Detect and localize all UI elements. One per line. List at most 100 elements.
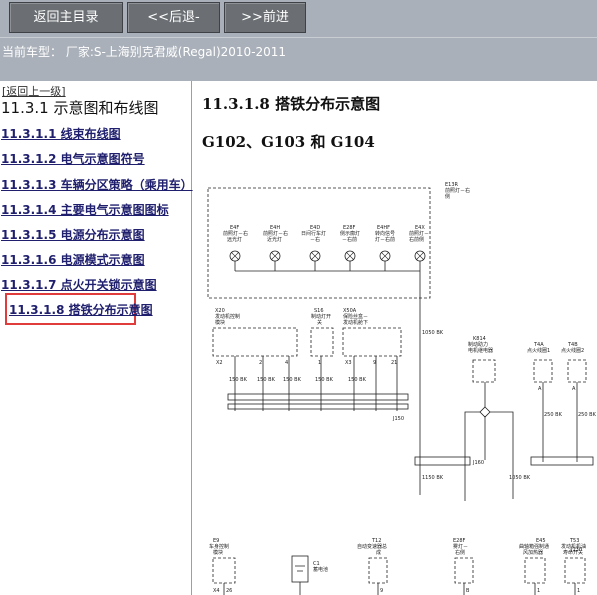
wire-label: 150 BK [257,377,276,383]
lamp-name-2: 远光灯 [227,236,242,243]
block-name-2: 侧 [445,193,450,200]
module-box-oil-switch [564,557,586,584]
lamp-name-2: 右前侧 [409,236,424,243]
module-box-bcm [212,557,236,584]
wire-label: 150 BK [348,377,367,383]
module-name: 保险丝盒－ [343,313,368,320]
lamp-name: 日间行车灯 [301,230,326,237]
lamp-name: 前照灯－右 [263,230,288,237]
nav-item-wiring-harness[interactable]: 11.3.1.1 线束布线图 [1,125,121,142]
module-name-2: 右侧 [455,549,465,556]
block-name: 前照灯－右 [445,187,470,194]
module-box-fog-lamp [454,557,474,584]
lamp-name-2: －右 [310,236,320,243]
module-name: 曲轴箱强制通 [519,543,549,550]
pin-label: X4 [213,588,220,594]
pin-label: 9 [380,588,383,594]
wire-label: 1050 BK [509,475,531,481]
module-box-pcv-heater [524,557,546,584]
module-name: 自动变速器总 [357,543,387,550]
wire-label: 150 BK [229,377,248,383]
headlamp-block-outline [207,187,431,299]
wire-label: 150 BK [315,377,334,383]
lamp-name-2: 近光灯 [267,236,282,243]
pin-label: 1 [318,360,321,366]
nav-item-ignition-lock[interactable]: 11.3.1.7 点火开关锁示意图 [1,276,157,293]
module-name-2: 发动机舱下 [343,319,368,326]
lamp-name-2: －右前 [342,236,357,243]
module-name: 点火线圈2 [561,347,584,354]
pin-label: 1 [537,588,540,594]
pin-label: 1 [577,588,580,594]
wire-label: 250 BK [544,412,563,418]
battery-symbol [291,555,309,595]
page-title: 11.3.1.8 搭铁分布示意图 [202,95,381,113]
module-name-2: 模块 [215,319,225,326]
back-button[interactable]: <<后退- [127,2,220,33]
module-name: 蓄电池 [313,566,328,573]
page-subtitle: G102、G103 和 G104 [202,133,375,151]
module-name: 制动灯开 [311,313,331,320]
lamp-symbols [229,250,426,262]
pin-label: A [538,386,542,392]
module-name: 点火线圈1 [527,347,550,354]
left-navigation: [返回上一级] 11.3.1 示意图和布线图 11.3.1.1 线束布线图 11… [0,81,193,595]
ground-distribution-diagram: E13R 前照灯－右 侧 E4F 前照灯－右 远光灯 E4H 前照灯－右 近光灯… [207,182,597,595]
connector-bar-j160 [414,456,471,466]
wire-label: 1150 BK [422,475,444,481]
module-box-transmission [368,557,388,584]
content-pane: 11.3.1.8 搭铁分布示意图 G102、G103 和 G104 E13R 前… [193,81,597,595]
lamp-name: 侧示廓灯 [340,230,360,237]
module-name: 制动助力 [468,341,488,348]
toolbar: 返回主目录 <<后退- >>前进 [0,0,597,37]
nav-item-schematic-symbols[interactable]: 11.3.1.2 电气示意图符号 [1,150,145,167]
connector-bar-j150 [227,393,409,401]
pin-label: 4 [285,360,288,366]
pin-label: 2 [259,360,262,366]
pin-label: 9 [373,360,376,366]
nav-heading: 11.3.1 示意图和布线图 [1,99,159,117]
home-button[interactable]: 返回主目录 [9,2,123,33]
module-box-brake-switch [310,327,334,357]
module-name-2: 关 [317,319,322,326]
current-vehicle-bar: 当前车型： 厂家:S-上海别克君威(Regal)2010-2011 [0,37,597,81]
connector-label: J150 [392,416,404,422]
pin-label: X2 [216,360,223,366]
module-name: 车身控制 [209,543,229,550]
module-box-brake-relay [472,359,496,383]
module-box-fuse-block [342,327,402,357]
nav-item-ground-distribution[interactable]: 11.3.1.8 搭铁分布示意图 [9,301,153,318]
module-name-2: 风加热器 [523,549,543,556]
connector-label: J160 [472,460,484,466]
current-vehicle-label: 当前车型： 厂家:S-上海别克君威(Regal)2010-2011 [2,45,287,59]
module-name: 发动机机油 [561,543,586,550]
forward-button[interactable]: >>前进 [224,2,306,33]
connector-bar-right [530,456,594,466]
lamp-name: 前照灯－ [409,230,429,237]
nav-item-vehicle-zoning[interactable]: 11.3.1.3 车辆分区策略（乘用车） [1,176,193,193]
lamp-name: 前照灯－右 [223,230,248,237]
module-name: 发动机控制 [215,313,240,320]
module-box-coil-1 [533,359,553,383]
lamp-name: 转向信号 [375,230,395,237]
module-name-2: 成 [376,549,381,556]
lamp-name-2: 灯－右前 [375,236,395,243]
nav-item-power-mode[interactable]: 11.3.1.6 电源模式示意图 [1,251,145,268]
wire-label: 150 BK [283,377,302,383]
wire-label: 250 BK [578,412,597,418]
module-name-2: 模块 [213,549,223,556]
module-name: 雾灯－ [453,543,468,550]
pin-label: 21 [391,360,397,366]
wire-label: 1050 BK [422,330,444,336]
module-name-2: 电机继电器 [468,347,493,354]
splice-node [479,406,491,418]
nav-item-schematic-icons[interactable]: 11.3.1.4 主要电气示意图图标 [1,201,169,218]
pin-label: A [572,386,576,392]
pin-label: B [466,588,470,594]
pin-label: 26 [226,588,232,594]
module-box-ecm [212,327,298,357]
module-box-coil-2 [567,359,587,383]
pin-label: X3 [345,360,352,366]
module-name-2: 寿命开关 [563,549,583,556]
nav-item-power-distribution[interactable]: 11.3.1.5 电源分布示意图 [1,226,145,243]
